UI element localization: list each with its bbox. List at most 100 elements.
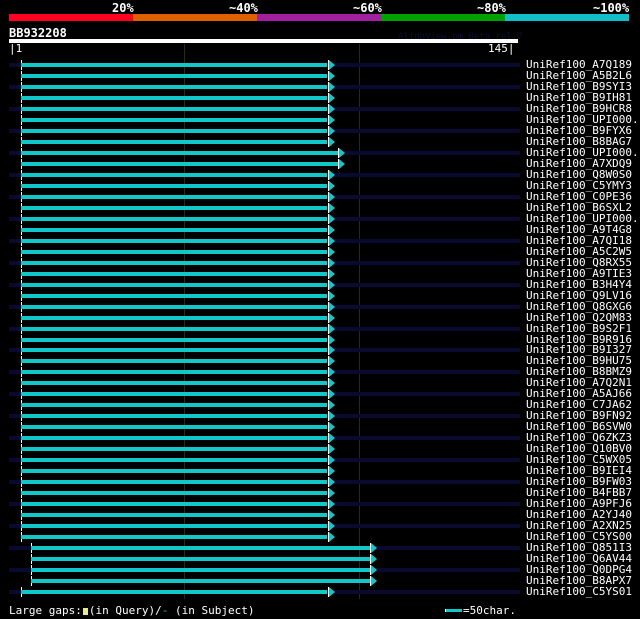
hit-bar[interactable] bbox=[20, 161, 339, 166]
hit-bar[interactable] bbox=[20, 513, 328, 518]
hit-bar[interactable] bbox=[31, 546, 370, 551]
hit-bar[interactable] bbox=[20, 128, 328, 133]
hit-bar[interactable] bbox=[31, 568, 370, 573]
hit-bar[interactable] bbox=[20, 403, 328, 408]
hit-label[interactable]: UniRef100_Q8RX55 bbox=[526, 257, 632, 268]
arrow-right-icon bbox=[328, 521, 335, 532]
hit-bar[interactable] bbox=[20, 502, 328, 507]
hit-bar[interactable] bbox=[20, 458, 328, 463]
arrow-right-icon bbox=[328, 532, 335, 543]
hit-bar[interactable] bbox=[20, 238, 328, 243]
in-subject-label: (in Subject) bbox=[168, 604, 255, 617]
hit-bar[interactable] bbox=[20, 524, 328, 529]
hit-bar[interactable] bbox=[20, 117, 328, 122]
arrow-right-icon bbox=[328, 301, 335, 312]
hit-bar[interactable] bbox=[20, 590, 328, 595]
arrow-right-icon bbox=[328, 510, 335, 521]
hit-bar[interactable] bbox=[20, 139, 328, 144]
hit-bar[interactable] bbox=[20, 216, 328, 221]
hit-bar[interactable] bbox=[20, 348, 328, 353]
arrow-right-icon bbox=[328, 422, 335, 433]
hit-bar[interactable] bbox=[20, 63, 328, 67]
hit-bar[interactable] bbox=[20, 480, 328, 485]
hit-bar[interactable] bbox=[20, 337, 328, 342]
hit-bar[interactable] bbox=[20, 469, 328, 474]
hit-bar[interactable] bbox=[20, 370, 328, 375]
in-query-label: (in Query)/ bbox=[88, 604, 162, 617]
hit-label[interactable]: UniRef100_C5YS01 bbox=[526, 586, 632, 597]
hit-label[interactable]: UniRef100_B3H4Y4 bbox=[526, 279, 632, 290]
arrow-right-icon bbox=[328, 180, 335, 191]
gap-legend: Large gaps: (in Query)/- (in Subject) bbox=[9, 604, 254, 617]
arrow-right-icon bbox=[328, 125, 335, 136]
hit-bar[interactable] bbox=[20, 359, 328, 364]
hit-bar[interactable] bbox=[20, 491, 328, 496]
identity-color-segment bbox=[257, 14, 381, 21]
hit-bar[interactable] bbox=[20, 447, 328, 452]
arrow-right-icon bbox=[328, 70, 335, 81]
arrow-right-icon bbox=[328, 488, 335, 499]
hit-bar[interactable] bbox=[20, 425, 328, 430]
hit-bar[interactable] bbox=[20, 436, 328, 441]
arrow-right-icon bbox=[328, 81, 335, 92]
arrow-right-icon bbox=[328, 257, 335, 268]
hit-bar[interactable] bbox=[20, 315, 328, 320]
percent-label-20: 20% bbox=[112, 1, 134, 15]
hit-label[interactable]: UniRef100_Q8GXG6 bbox=[526, 301, 632, 312]
arrow-right-icon bbox=[328, 279, 335, 290]
hit-bar[interactable] bbox=[20, 205, 328, 210]
percent-label-80: ~80% bbox=[477, 1, 506, 15]
hit-bar[interactable] bbox=[20, 227, 328, 232]
arrow-right-icon bbox=[328, 499, 335, 510]
identity-color-segment bbox=[381, 14, 505, 21]
hit-bar[interactable] bbox=[20, 282, 328, 287]
arrow-right-icon bbox=[328, 246, 335, 257]
hit-bar[interactable] bbox=[20, 84, 328, 89]
hit-label[interactable]: UniRef100_Q9LV16 bbox=[526, 290, 632, 301]
hit-bar[interactable] bbox=[20, 249, 328, 254]
percent-label-60: ~60% bbox=[353, 1, 382, 15]
query-title: BB932208 bbox=[9, 26, 67, 40]
hit-bar[interactable] bbox=[20, 194, 328, 199]
hit-bar[interactable] bbox=[20, 271, 328, 276]
hit-bar[interactable] bbox=[20, 95, 328, 100]
arrow-right-icon bbox=[328, 367, 335, 378]
hit-bar[interactable] bbox=[31, 579, 370, 584]
arrow-right-icon bbox=[370, 543, 377, 554]
scale-end: 145| bbox=[488, 42, 515, 55]
hit-bar[interactable] bbox=[20, 106, 328, 111]
arrow-right-icon bbox=[328, 136, 335, 147]
hit-bar[interactable] bbox=[20, 535, 328, 540]
hit-label[interactable]: UniRef100_Q2QM83 bbox=[526, 312, 632, 323]
hit-bar[interactable] bbox=[20, 150, 339, 155]
percent-label-40: ~40% bbox=[229, 1, 258, 15]
gridline-100 bbox=[359, 44, 360, 599]
hit-bar[interactable] bbox=[20, 293, 328, 298]
hit-bar[interactable] bbox=[20, 172, 328, 177]
arrow-right-icon bbox=[328, 444, 335, 455]
identity-color-segment bbox=[133, 14, 257, 21]
arrow-right-icon bbox=[328, 92, 335, 103]
hit-bar[interactable] bbox=[20, 73, 328, 78]
hit-bar[interactable] bbox=[20, 381, 328, 386]
hit-bar[interactable] bbox=[20, 304, 328, 309]
hit-bar[interactable] bbox=[20, 414, 328, 419]
arrow-right-icon bbox=[328, 356, 335, 367]
arrow-right-icon bbox=[328, 114, 335, 125]
scale-start: |1 bbox=[9, 42, 23, 55]
query-bar bbox=[9, 39, 518, 43]
hit-bar[interactable] bbox=[20, 183, 328, 188]
hit-bar[interactable] bbox=[20, 326, 328, 331]
arrow-right-icon bbox=[328, 466, 335, 477]
hit-label[interactable]: UniRef100_A9TIE3 bbox=[526, 268, 632, 279]
hit-bar[interactable] bbox=[20, 392, 328, 397]
hit-label[interactable]: UniRef100_B9S2F1 bbox=[526, 323, 632, 334]
arrow-right-icon bbox=[328, 103, 335, 114]
arrow-right-icon bbox=[328, 400, 335, 411]
hit-bar[interactable] bbox=[31, 557, 370, 562]
arrow-right-icon bbox=[328, 169, 335, 180]
hit-label[interactable]: UniRef100_A5C2W5 bbox=[526, 246, 632, 257]
arrow-right-icon bbox=[339, 158, 346, 169]
hit-bar[interactable] bbox=[20, 260, 328, 265]
arrow-right-icon bbox=[328, 323, 335, 334]
